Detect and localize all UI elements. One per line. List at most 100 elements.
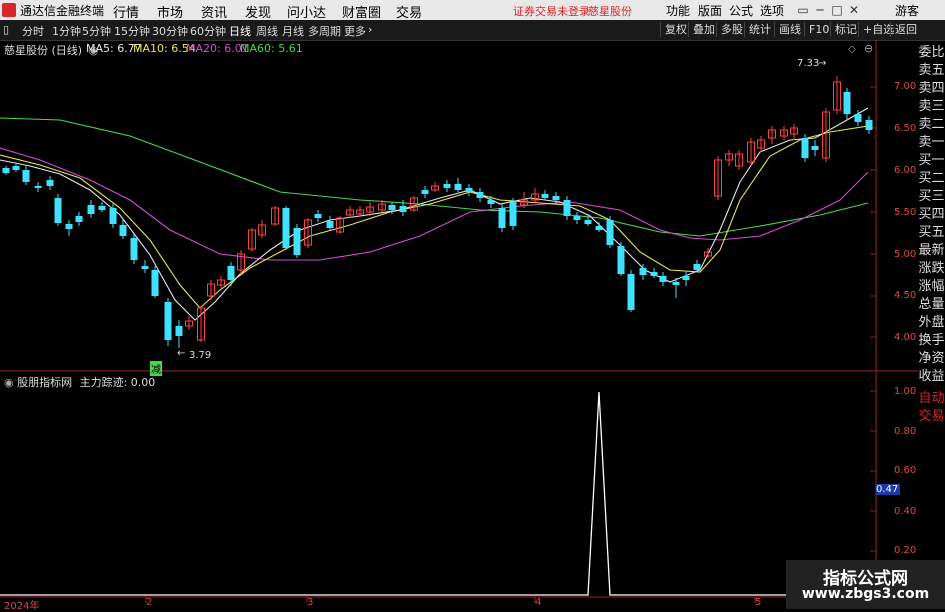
tf-5min[interactable]: 5分钟 bbox=[82, 23, 111, 39]
panel-item[interactable]: 买二 bbox=[918, 170, 945, 188]
candle-body-down bbox=[487, 200, 495, 204]
sub-y-tick: 1.00 bbox=[894, 386, 917, 397]
panel-item[interactable]: 总量 bbox=[918, 296, 945, 314]
chart-area[interactable] bbox=[0, 40, 918, 609]
btn-f10[interactable]: F10 bbox=[804, 22, 833, 37]
chevron-right-icon[interactable]: › bbox=[368, 23, 372, 36]
panel-item[interactable]: 涨跌 bbox=[918, 260, 945, 278]
title-bar: 通达信金融终端 行情 市场 资讯 发现 问小达 财富圈 交易 证券交易未登录 慈… bbox=[0, 0, 945, 21]
btn-mark[interactable]: 标记 bbox=[830, 22, 861, 37]
minimize-icon[interactable]: ─ bbox=[812, 2, 828, 18]
tf-weekly[interactable]: 周线 bbox=[256, 23, 278, 39]
btn-overlay[interactable]: 叠加 bbox=[688, 22, 719, 37]
candle-body-down bbox=[421, 190, 429, 194]
tf-monthly[interactable]: 月线 bbox=[282, 23, 304, 39]
btn-draw[interactable]: 画线 bbox=[774, 22, 805, 37]
tf-60min[interactable]: 60分钟 bbox=[190, 23, 226, 39]
menu-discover[interactable]: 发现 bbox=[245, 2, 271, 21]
panel-item[interactable]: 卖二 bbox=[918, 116, 945, 134]
panel-item[interactable]: 委比 bbox=[918, 44, 945, 62]
panel-item[interactable]: 卖四 bbox=[918, 80, 945, 98]
tf-more[interactable]: 更多 bbox=[344, 23, 366, 39]
tf-multi[interactable]: 多周期 bbox=[308, 23, 341, 39]
sub-chart-title: ◉ 股朋指标网 主力踪迹: 0.00 bbox=[4, 374, 155, 390]
menu-layout[interactable]: 版面 bbox=[698, 2, 722, 19]
high-arrow-icon: → bbox=[818, 58, 827, 69]
panel-item[interactable]: 收益 bbox=[918, 368, 945, 386]
panel-item[interactable]: 卖五 bbox=[918, 62, 945, 80]
zoom-out-icon[interactable]: ⊖ bbox=[864, 42, 873, 55]
diamond-icon[interactable]: ◇ bbox=[848, 44, 856, 55]
candle-body-down bbox=[639, 268, 647, 275]
panel-item[interactable]: 买三 bbox=[918, 188, 945, 206]
high-price-label: 7.33 bbox=[797, 58, 820, 69]
panel-item[interactable]: 换手 bbox=[918, 332, 945, 350]
candle-body-down bbox=[119, 225, 127, 236]
tf-1min[interactable]: 1分钟 bbox=[52, 23, 81, 39]
candle-body-down bbox=[443, 184, 451, 188]
tf-intraday[interactable]: 分时 bbox=[22, 23, 44, 39]
candle-body-down bbox=[109, 208, 117, 224]
menu-options[interactable]: 选项 bbox=[760, 2, 784, 19]
menu-formula[interactable]: 公式 bbox=[729, 2, 753, 19]
candle-body-down bbox=[865, 120, 873, 130]
menu-trade[interactable]: 交易 bbox=[396, 2, 422, 21]
candle-body-down bbox=[151, 270, 159, 296]
y-tick: 5.50 bbox=[894, 207, 917, 218]
panel-item[interactable]: 买五 bbox=[918, 224, 945, 242]
tf-15min[interactable]: 15分钟 bbox=[114, 23, 150, 39]
y-tick: 4.50 bbox=[894, 290, 917, 301]
menu-quotes[interactable]: 行情 bbox=[113, 2, 139, 21]
tf-ticks-icon[interactable]: ▯ bbox=[3, 23, 9, 36]
btn-stats[interactable]: 统计 bbox=[744, 22, 775, 37]
candle-body-down bbox=[627, 274, 635, 310]
btn-adjust[interactable]: 复权 bbox=[660, 22, 691, 37]
x-label: 2 bbox=[146, 597, 153, 608]
panel-item[interactable]: 买一 bbox=[918, 152, 945, 170]
panel-item[interactable]: 卖一 bbox=[918, 134, 945, 152]
collapse-icon[interactable]: ◉ bbox=[4, 376, 14, 389]
trade-btn[interactable]: 交易 bbox=[918, 408, 945, 426]
sub-y-tick: 0.60 bbox=[894, 465, 917, 476]
candle-body-down bbox=[811, 146, 819, 150]
period-toolbar: ▯ 分时 1分钟 5分钟 15分钟 30分钟 60分钟 日线 周线 月线 多周期… bbox=[0, 20, 945, 41]
btn-back[interactable]: 返回 bbox=[890, 22, 921, 37]
close-icon[interactable]: ✕ bbox=[846, 2, 862, 18]
panel-item[interactable]: 外盘 bbox=[918, 314, 945, 332]
btn-multistock[interactable]: 多股 bbox=[716, 22, 747, 37]
menu-wealth[interactable]: 财富圈 bbox=[342, 2, 381, 21]
menu-news[interactable]: 资讯 bbox=[201, 2, 227, 21]
y-tick: 6.00 bbox=[894, 165, 917, 176]
candle-body-down bbox=[54, 198, 62, 223]
candle-body-down bbox=[584, 220, 592, 224]
auto-trade-btn[interactable]: 自动 bbox=[918, 390, 945, 408]
ma10-line bbox=[0, 125, 869, 309]
menu-function[interactable]: 功能 bbox=[666, 2, 690, 19]
panel-item[interactable]: 净资 bbox=[918, 350, 945, 368]
maximize-icon[interactable]: □ bbox=[829, 2, 845, 18]
indicator-name: 股朋指标网 bbox=[17, 376, 73, 389]
candle-body-down bbox=[314, 214, 322, 218]
sub-y-tick: 0.80 bbox=[894, 426, 917, 437]
panel-item[interactable]: 最新 bbox=[918, 242, 945, 260]
candle-body-down bbox=[282, 208, 290, 248]
candle-body-down bbox=[293, 228, 301, 255]
panel-item[interactable]: 卖三 bbox=[918, 98, 945, 116]
guest-label[interactable]: 游客 bbox=[895, 2, 919, 19]
menu-ask[interactable]: 问小达 bbox=[287, 2, 326, 21]
chart-title: 慈星股份 (日线) bbox=[4, 44, 83, 57]
tf-daily[interactable]: 日线 bbox=[229, 23, 251, 39]
sub-y-tick: 0.40 bbox=[894, 506, 917, 517]
candle-body-down bbox=[75, 216, 83, 222]
candle-body-down bbox=[454, 184, 462, 190]
panel-item[interactable]: 涨幅 bbox=[918, 278, 945, 296]
low-arrow-icon: ← bbox=[177, 348, 186, 359]
panel-item[interactable]: 买四 bbox=[918, 206, 945, 224]
candle-body-down bbox=[399, 206, 407, 212]
y-tick: 6.50 bbox=[894, 123, 917, 134]
menu-market[interactable]: 市场 bbox=[157, 2, 183, 21]
tf-30min[interactable]: 30分钟 bbox=[152, 23, 188, 39]
login-status[interactable]: 证券交易未登录 bbox=[513, 3, 590, 19]
candle-body-down bbox=[141, 266, 149, 269]
window-icon[interactable]: ▭ bbox=[795, 2, 811, 18]
